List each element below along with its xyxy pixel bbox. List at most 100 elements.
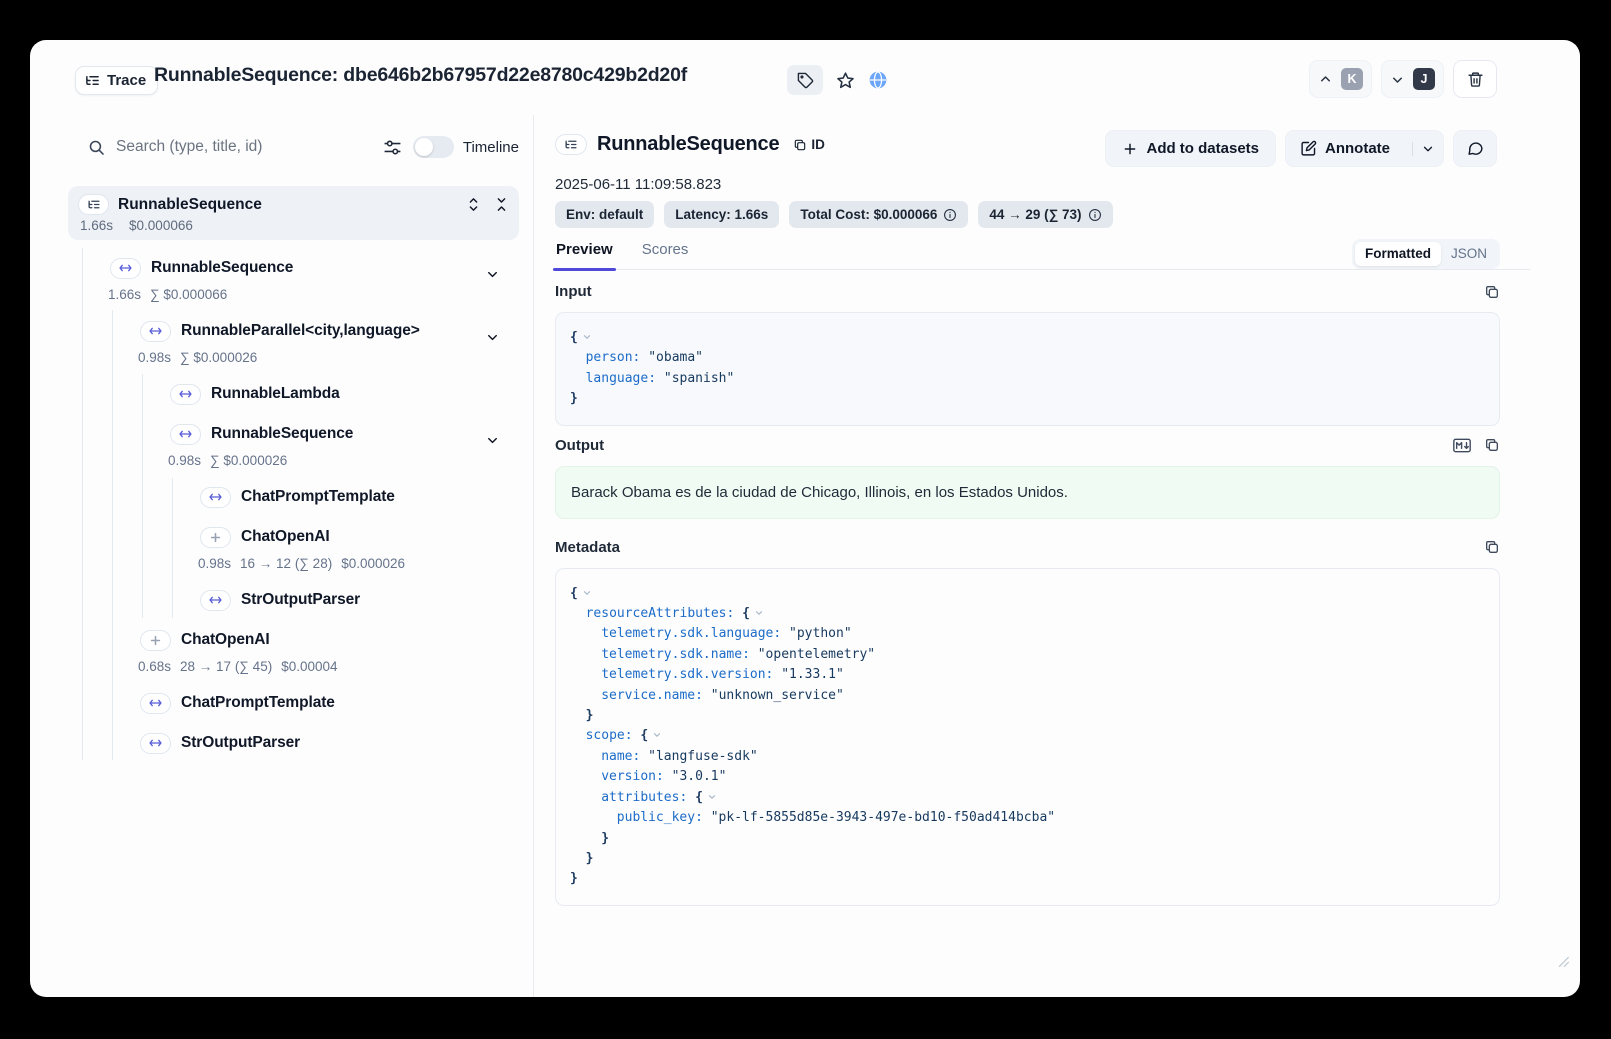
tree-settings-icon[interactable] (383, 138, 402, 157)
tree-item-row[interactable]: ChatPromptTemplate (200, 483, 533, 511)
search-icon (88, 139, 105, 156)
tree-item-row[interactable]: ChatOpenAI (200, 523, 533, 551)
tree-item-row[interactable]: RunnableSequence (170, 420, 533, 448)
json-key: telemetry.sdk.name: (601, 647, 758, 662)
input-heading-label: Input (555, 283, 592, 300)
tree-item-row[interactable]: StrOutputParser (140, 729, 533, 757)
tree-item[interactable]: ChatOpenAI0.98s16 → 12 (∑ 28)$0.000026 (200, 523, 533, 574)
tree-item-row[interactable]: ChatOpenAI (140, 626, 533, 654)
json-brace: } (570, 391, 578, 406)
json-value: "unknown_service" (711, 688, 844, 703)
tree-item-row[interactable]: StrOutputParser (200, 586, 533, 614)
tree-item-metric: 0.98s (168, 453, 201, 468)
span-icon (140, 693, 171, 714)
tree-item-metric: 1.66s (108, 287, 141, 302)
json-value: "3.0.1" (672, 769, 727, 784)
tree-item[interactable]: RunnableLambda (170, 380, 533, 408)
tree-item-name: RunnableParallel<city,language> (181, 322, 420, 340)
json-brace: } (586, 851, 594, 866)
collapse-chevron-icon[interactable] (754, 608, 764, 618)
tree-item-row[interactable]: RunnableParallel<city,language> (140, 317, 533, 345)
copy-id-button[interactable]: ID (793, 137, 825, 152)
generation-icon (200, 527, 231, 548)
json-line: } (570, 849, 1485, 869)
info-icon[interactable] (1088, 208, 1102, 222)
collapse-chevron-icon[interactable] (582, 588, 592, 598)
format-option-formatted[interactable]: Formatted (1355, 242, 1441, 266)
json-line: } (570, 389, 1485, 409)
json-key: person: (586, 350, 649, 365)
collapse-chevron-icon[interactable] (582, 332, 592, 342)
tab-scores[interactable]: Scores (641, 239, 690, 270)
json-key: scope: (586, 728, 641, 743)
copy-output-icon[interactable] (1484, 437, 1500, 453)
json-line: public_key: "pk-lf-5855d85e-3943-497e-bd… (570, 808, 1485, 828)
tree-item[interactable]: StrOutputParser (200, 586, 533, 614)
metadata-json-block: {resourceAttributes: {telemetry.sdk.lang… (555, 568, 1500, 906)
tree-item-name: RunnableLambda (211, 385, 340, 403)
tree-item[interactable]: ChatOpenAI0.68s28 → 17 (∑ 45)$0.00004 (140, 626, 533, 677)
json-value: "spanish" (664, 371, 734, 386)
json-line: service.name: "unknown_service" (570, 686, 1485, 706)
timeline-toggle-label: Timeline (463, 139, 519, 156)
format-option-json[interactable]: JSON (1441, 242, 1497, 266)
tree-item-name: RunnableSequence (151, 259, 293, 277)
json-line: { (570, 584, 1485, 604)
prev-trace-button[interactable]: K (1309, 60, 1372, 98)
collapse-chevron-icon[interactable] (652, 730, 662, 740)
tree-item[interactable]: RunnableParallel<city,language>0.98s∑ $0… (140, 317, 533, 368)
tree-item[interactable]: StrOutputParser (140, 729, 533, 757)
resize-handle-icon[interactable] (1557, 955, 1570, 968)
next-trace-button[interactable]: J (1381, 60, 1444, 98)
tab-list: Preview Scores (555, 239, 716, 270)
annotate-button[interactable]: Annotate (1286, 140, 1404, 157)
tree-item[interactable]: RunnableSequence 1.66s ∑ $0.000066 (110, 254, 533, 305)
span-icon (170, 424, 201, 445)
tree-item-metric: $0.000026 (341, 556, 405, 571)
public-globe-icon[interactable] (868, 70, 888, 90)
timeline-toggle[interactable] (413, 136, 454, 158)
tag-button[interactable] (787, 65, 823, 95)
trace-timestamp: 2025-06-11 11:09:58.823 (555, 176, 721, 193)
tree-item-metrics: 1.66s ∑ $0.000066 (108, 283, 533, 305)
json-brace: } (570, 871, 578, 886)
tree-item-metrics: 0.98s16 → 12 (∑ 28)$0.000026 (198, 552, 533, 574)
tree-item[interactable]: RunnableSequence0.98s∑ $0.000026 (170, 420, 533, 471)
add-to-datasets-button[interactable]: Add to datasets (1105, 130, 1276, 167)
tree-item-row[interactable]: ChatPromptTemplate (140, 689, 533, 717)
span-icon (140, 733, 171, 754)
markdown-toggle-icon[interactable] (1453, 438, 1471, 453)
tree-item-metric: $0.00004 (281, 659, 337, 674)
search-input[interactable] (114, 137, 323, 157)
collapse-all-icon[interactable] (494, 197, 509, 212)
tree-item-row[interactable]: RunnableSequence (110, 254, 533, 282)
json-value: "pk-lf-5855d85e-3943-497e-bd10-f50ad414b… (711, 810, 1055, 825)
trace-preview-panel: RunnableSequence ID Add to datasets Anno… (534, 115, 1580, 997)
bookmark-star-icon[interactable] (836, 71, 855, 90)
output-text-block: Barack Obama es de la ciudad de Chicago,… (555, 466, 1500, 519)
tree-item[interactable]: ChatPromptTemplate (140, 689, 533, 717)
tree-item[interactable]: ChatPromptTemplate (200, 483, 533, 511)
tree-item-metric: ∑ $0.000066 (150, 287, 227, 302)
collapse-chevron-icon[interactable] (707, 792, 717, 802)
delete-trace-button[interactable] (1453, 60, 1497, 98)
chevron-down-icon[interactable] (485, 433, 500, 448)
metric-badge: Latency: 1.66s (664, 201, 779, 228)
annotate-dropdown-chevron[interactable] (1412, 142, 1443, 156)
tree-root-card[interactable]: RunnableSequence 1.66s $0.000066 (68, 186, 519, 240)
info-icon[interactable] (943, 208, 957, 222)
tree-item-row[interactable]: RunnableLambda (170, 380, 533, 408)
json-key: service.name: (601, 688, 711, 703)
json-line: { (570, 328, 1485, 348)
tree-item-metric: 0.98s (138, 350, 171, 365)
output-heading-label: Output (555, 437, 604, 454)
comments-button[interactable] (1453, 130, 1497, 167)
metric-badge-label: Env: default (566, 207, 643, 222)
chevron-down-icon[interactable] (485, 330, 500, 345)
tab-preview[interactable]: Preview (555, 239, 614, 270)
input-section-heading: Input (555, 283, 1500, 300)
chevron-down-icon[interactable] (485, 267, 500, 282)
expand-all-icon[interactable] (466, 197, 481, 212)
copy-input-icon[interactable] (1484, 284, 1500, 300)
copy-metadata-icon[interactable] (1484, 539, 1500, 555)
